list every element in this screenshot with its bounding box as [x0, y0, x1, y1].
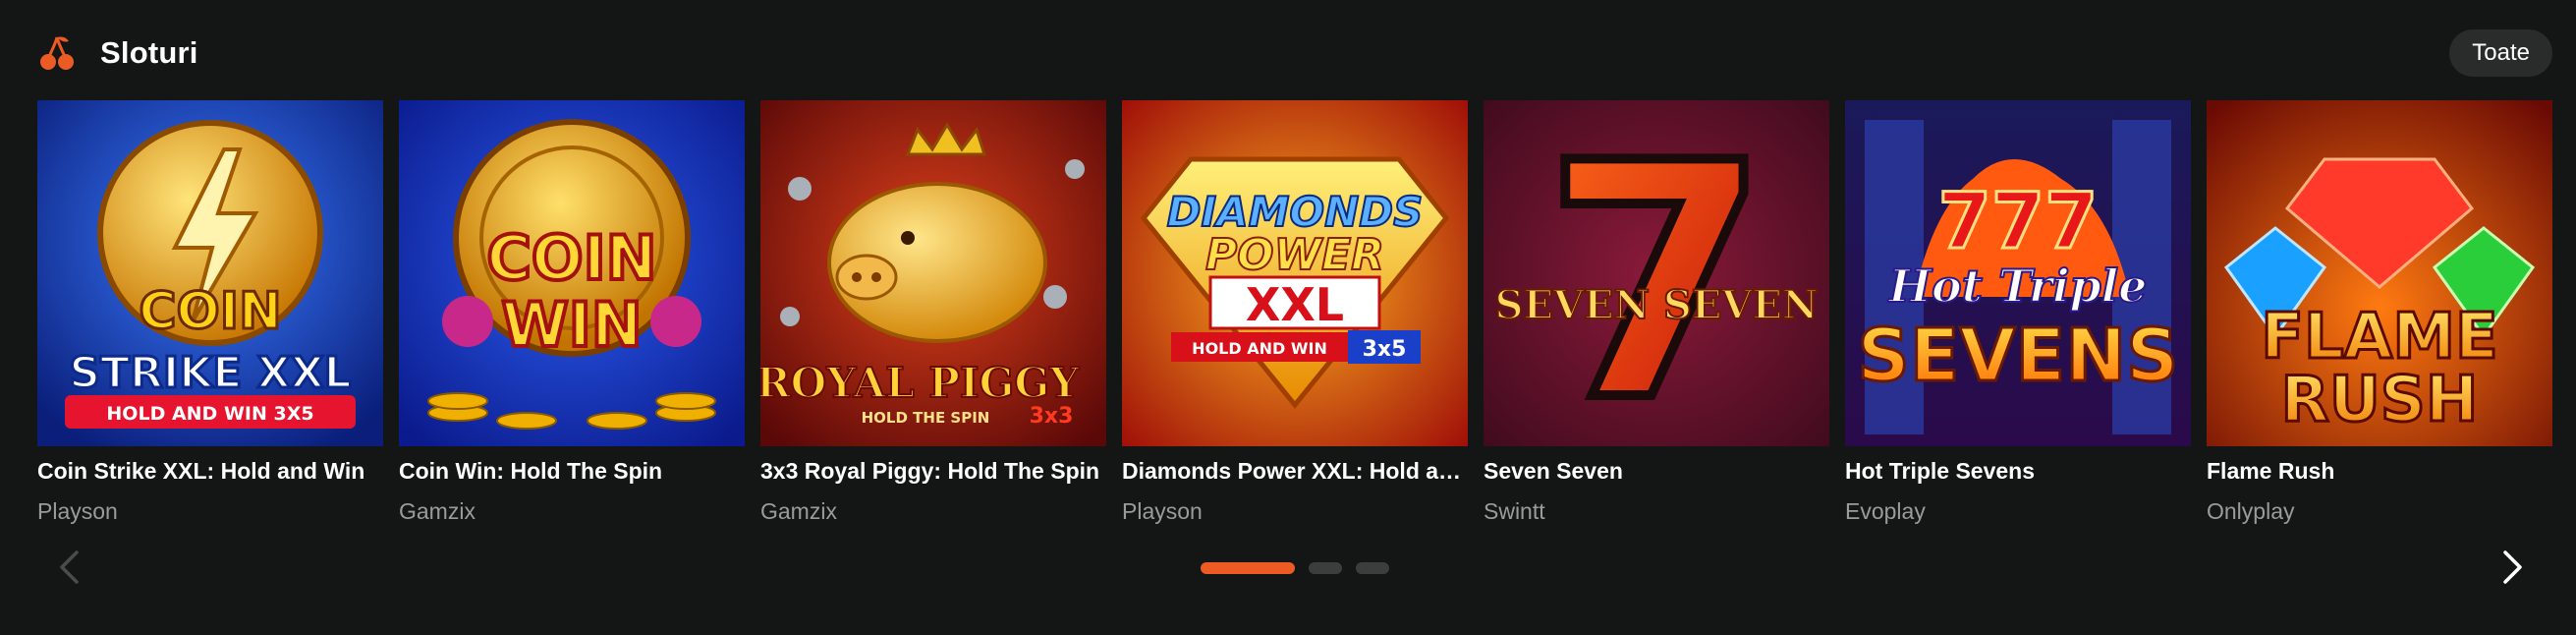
game-title[interactable]: Hot Triple Sevens — [1845, 458, 2191, 485]
game-card[interactable]: 777 Hot Triple SEVENS Hot Triple Sevens … — [1845, 100, 2191, 525]
art-line-2: RUSH — [2281, 364, 2479, 436]
game-title[interactable]: Flame Rush — [2207, 458, 2552, 485]
game-thumbnail[interactable]: COIN STRIKE XXL HOLD AND WIN 3X5 — [37, 100, 383, 446]
game-thumbnail[interactable]: FLAME RUSH — [2207, 100, 2552, 446]
art-line-2: STRIKE XXL — [69, 348, 351, 398]
art-line-1: COIN — [139, 282, 281, 341]
game-provider: Playson — [37, 498, 118, 524]
game-title[interactable]: Coin Win: Hold The Spin — [399, 458, 745, 485]
game-card[interactable]: 7 SEVEN SEVEN Seven Seven Swintt — [1484, 100, 1829, 525]
carousel-prev-button[interactable] — [47, 546, 90, 589]
pagination-dot-2[interactable] — [1309, 562, 1342, 574]
game-title[interactable]: 3x3 Royal Piggy: Hold The Spin — [760, 458, 1106, 485]
art-line-1: DIAMONDS — [1167, 188, 1424, 236]
art-line-2: Hot Triple — [1887, 260, 2148, 313]
game-thumbnail[interactable]: COIN WIN — [399, 100, 745, 446]
section-title: Sloturi — [100, 35, 198, 70]
game-title[interactable]: Seven Seven — [1484, 458, 1829, 485]
art-line-2: POWER — [1205, 230, 1384, 280]
game-card[interactable]: ROYAL PIGGY 3x3 HOLD THE SPIN 3x3 Royal … — [760, 100, 1106, 525]
art-line-2: SEVEN SEVEN — [1495, 282, 1819, 328]
game-thumbnail[interactable]: 777 Hot Triple SEVENS — [1845, 100, 2191, 446]
game-provider: Onlyplay — [2207, 498, 2295, 524]
cherries-icon — [40, 36, 74, 70]
game-provider: Evoplay — [1845, 498, 1926, 524]
game-provider: Gamzix — [399, 498, 476, 524]
art-line-3: HOLD THE SPIN — [862, 409, 990, 427]
art-line-3: HOLD AND WIN 3X5 — [106, 403, 313, 425]
game-card[interactable]: FLAME RUSH Flame Rush Onlyplay — [2207, 100, 2552, 525]
game-card[interactable]: DIAMONDS POWER XXL HOLD AND WIN 3x5 Diam… — [1122, 100, 1468, 525]
game-provider: Swintt — [1484, 498, 1545, 524]
art-line-1: FLAME — [2261, 301, 2497, 374]
game-thumbnail[interactable]: ROYAL PIGGY 3x3 HOLD THE SPIN — [760, 100, 1106, 446]
game-carousel: COIN STRIKE XXL HOLD AND WIN 3X5 Coin St… — [37, 100, 2552, 525]
art-line-5: 3x5 — [1363, 337, 1407, 362]
art-line-3: SEVENS — [1858, 314, 2179, 398]
chevron-left-icon — [60, 550, 79, 584]
game-thumbnail[interactable]: DIAMONDS POWER XXL HOLD AND WIN 3x5 — [1122, 100, 1468, 446]
game-title[interactable]: Coin Strike XXL: Hold and Win — [37, 458, 383, 485]
game-provider: Gamzix — [760, 498, 837, 524]
art-line-2: WIN — [501, 289, 642, 361]
pagination-dot-1[interactable] — [1201, 562, 1295, 574]
game-card[interactable]: COIN WIN Coin Win: Hold The Spin Gamzix — [399, 100, 745, 525]
carousel-next-button[interactable] — [2492, 546, 2535, 589]
game-thumbnail[interactable]: 7 SEVEN SEVEN — [1484, 100, 1829, 446]
carousel-pagination — [1201, 562, 1389, 574]
art-line-1: ROYAL PIGGY — [760, 359, 1080, 407]
view-all-button[interactable]: Toate — [2449, 29, 2552, 77]
chevron-right-icon — [2503, 550, 2522, 584]
game-provider: Playson — [1122, 498, 1203, 524]
game-card[interactable]: COIN STRIKE XXL HOLD AND WIN 3X5 Coin St… — [37, 100, 383, 525]
game-title[interactable]: Diamonds Power XXL: Hold and Win — [1122, 458, 1468, 485]
section-header: Sloturi Toate — [37, 28, 2552, 79]
art-line-3: XXL — [1246, 278, 1344, 331]
art-line-2: 3x3 — [1030, 404, 1074, 429]
art-line-1: COIN — [486, 222, 656, 294]
pagination-dot-3[interactable] — [1356, 562, 1389, 574]
art-line-1: 777 — [1938, 178, 2099, 266]
art-line-1: 7 — [1543, 100, 1769, 446]
art-line-4: HOLD AND WIN — [1192, 339, 1327, 358]
